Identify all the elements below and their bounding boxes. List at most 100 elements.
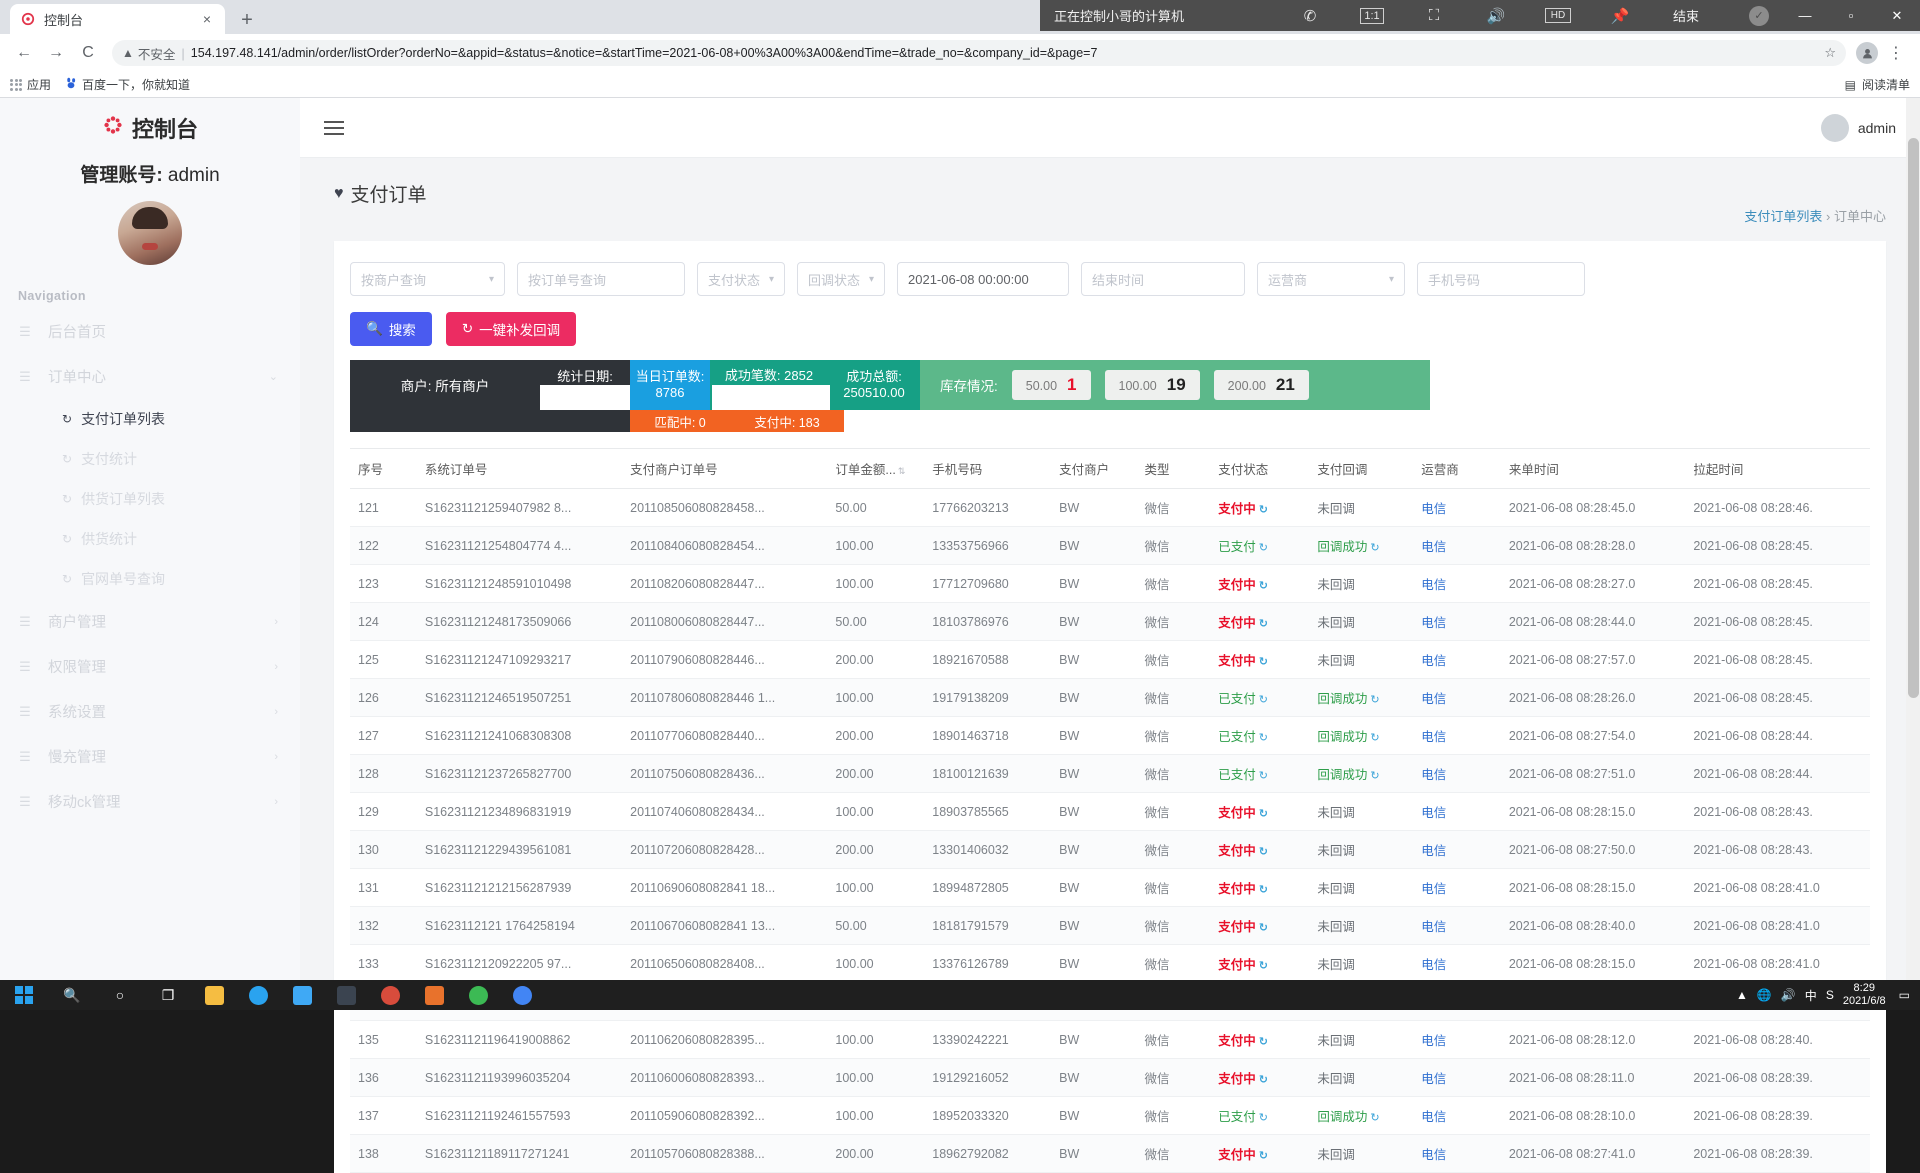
notifications-icon[interactable]: ▭ bbox=[1899, 988, 1910, 1002]
phone-icon[interactable]: ✆ bbox=[1279, 7, 1341, 25]
sidebar-subitem-official-query[interactable]: ↻ 官网单号查询 bbox=[0, 559, 300, 599]
sidebar-item-slow-charge-mgmt[interactable]: ☰ 慢充管理 › bbox=[0, 734, 300, 779]
table-row[interactable]: 131S162311212121562879392011069060808284… bbox=[350, 869, 1870, 907]
apps-bookmark[interactable]: 应用 bbox=[10, 76, 51, 93]
resend-callback-button[interactable]: ↻ 一键补发回调 bbox=[446, 312, 576, 346]
refresh-spinner-icon[interactable]: ↻ bbox=[1367, 1112, 1379, 1124]
refresh-spinner-icon[interactable]: ↻ bbox=[1256, 770, 1268, 782]
col-amount[interactable]: 订单金额...⇅ bbox=[827, 449, 924, 489]
minimize-button[interactable]: — bbox=[1782, 0, 1828, 31]
refresh-spinner-icon[interactable]: ↻ bbox=[1256, 504, 1268, 516]
search-button[interactable]: 🔍 搜索 bbox=[350, 312, 432, 346]
table-row[interactable]: 121S16231121259407982 8...20110850608082… bbox=[350, 489, 1870, 527]
refresh-spinner-icon[interactable]: ↻ bbox=[1256, 884, 1268, 896]
table-row[interactable]: 138S162311211891172712412011057060808283… bbox=[350, 1135, 1870, 1173]
table-row[interactable]: 126S162311212465195072512011078060808284… bbox=[350, 679, 1870, 717]
refresh-spinner-icon[interactable]: ↻ bbox=[1256, 960, 1268, 972]
refresh-spinner-icon[interactable]: ↻ bbox=[1256, 694, 1268, 706]
refresh-spinner-icon[interactable]: ↻ bbox=[1256, 1036, 1268, 1048]
refresh-spinner-icon[interactable]: ↻ bbox=[1367, 770, 1379, 782]
phone-input[interactable]: 手机号码 bbox=[1417, 262, 1585, 296]
start-button-icon[interactable] bbox=[0, 980, 48, 1010]
refresh-spinner-icon[interactable]: ↻ bbox=[1367, 542, 1379, 554]
hamburger-menu-icon[interactable] bbox=[324, 121, 344, 135]
breadcrumb-link[interactable]: 支付订单列表 bbox=[1744, 209, 1822, 224]
callback-status-select[interactable]: 回调状态 ▾ bbox=[797, 262, 885, 296]
table-row[interactable]: 130S162311212294395610812011072060808284… bbox=[350, 831, 1870, 869]
carrier-select[interactable]: 运营商 ▾ bbox=[1257, 262, 1405, 296]
taskbar-app-orange[interactable] bbox=[412, 980, 456, 1010]
browser-tab[interactable]: 控制台 × bbox=[10, 4, 225, 34]
table-row[interactable]: 125S162311212471092932172011079060808284… bbox=[350, 641, 1870, 679]
start-time-input[interactable]: 2021-06-08 00:00:00 bbox=[897, 262, 1069, 296]
pay-status-select[interactable]: 支付状态 ▾ bbox=[697, 262, 785, 296]
table-row[interactable]: 124S162311212481735090662011080060808284… bbox=[350, 603, 1870, 641]
taskbar-app-dark[interactable] bbox=[324, 980, 368, 1010]
order-no-input[interactable]: 按订单号查询 bbox=[517, 262, 685, 296]
browser-menu-icon[interactable]: ⋮ bbox=[1882, 39, 1910, 67]
taskbar-search-icon[interactable]: 🔍 bbox=[48, 980, 96, 1010]
sidebar-item-system-settings[interactable]: ☰ 系统设置 › bbox=[0, 689, 300, 734]
taskbar-app-media-player[interactable] bbox=[456, 980, 500, 1010]
sidebar-subitem-supply-order-list[interactable]: ↻ 供货订单列表 bbox=[0, 479, 300, 519]
sort-icon[interactable]: ⇅ bbox=[896, 466, 906, 476]
ime-indicator[interactable]: 中 bbox=[1805, 987, 1817, 1004]
cortana-icon[interactable]: ○ bbox=[96, 980, 144, 1010]
merchant-select[interactable]: 按商户查询 ▾ bbox=[350, 262, 505, 296]
sidebar-item-order-center[interactable]: ☰ 订单中心 ⌄ bbox=[0, 354, 300, 399]
refresh-spinner-icon[interactable]: ↻ bbox=[1367, 732, 1379, 744]
close-button[interactable]: ✕ bbox=[1874, 0, 1920, 31]
refresh-spinner-icon[interactable]: ↻ bbox=[1256, 922, 1268, 934]
table-row[interactable]: 136S162311211939960352042011060060808283… bbox=[350, 1059, 1870, 1097]
address-bar[interactable]: ▲ 不安全 | 154.197.48.141/admin/order/listO… bbox=[112, 40, 1846, 66]
refresh-spinner-icon[interactable]: ↻ bbox=[1256, 1074, 1268, 1086]
table-row[interactable]: 137S162311211924615575932011059060808283… bbox=[350, 1097, 1870, 1135]
volume-tray-icon[interactable]: 🔊 bbox=[1781, 988, 1796, 1002]
tab-close-icon[interactable]: × bbox=[199, 12, 215, 26]
task-view-icon[interactable]: ❐ bbox=[144, 980, 192, 1010]
baidu-bookmark[interactable]: 百度一下，你就知道 bbox=[65, 76, 190, 93]
table-row[interactable]: 132S1623112121 1764258194201106706080828… bbox=[350, 907, 1870, 945]
hd-icon[interactable]: HD bbox=[1545, 8, 1571, 23]
end-time-input[interactable]: 结束时间 bbox=[1081, 262, 1245, 296]
volume-icon[interactable]: 🔊 bbox=[1465, 7, 1527, 25]
pin-icon[interactable]: 📌 bbox=[1589, 7, 1651, 25]
taskbar-clock[interactable]: 8:29 2021/6/8 bbox=[1843, 982, 1890, 1007]
refresh-spinner-icon[interactable]: ↻ bbox=[1256, 580, 1268, 592]
refresh-spinner-icon[interactable]: ↻ bbox=[1256, 732, 1268, 744]
sogou-icon[interactable]: S bbox=[1826, 988, 1834, 1002]
network-icon[interactable]: 🌐 bbox=[1757, 988, 1772, 1002]
table-row[interactable]: 135S162311211964190088622011062060808283… bbox=[350, 1021, 1870, 1059]
tray-expand-icon[interactable]: ▲ bbox=[1736, 988, 1748, 1002]
new-tab-button[interactable]: + bbox=[233, 6, 261, 34]
taskbar-app-file-explorer[interactable] bbox=[192, 980, 236, 1010]
refresh-spinner-icon[interactable]: ↻ bbox=[1256, 1112, 1268, 1124]
ratio-1-1-icon[interactable]: 1:1 bbox=[1360, 8, 1384, 24]
refresh-spinner-icon[interactable]: ↻ bbox=[1256, 656, 1268, 668]
security-warning[interactable]: ▲ 不安全 bbox=[122, 44, 175, 63]
sidebar-item-merchant-mgmt[interactable]: ☰ 商户管理 › bbox=[0, 599, 300, 644]
scrollbar-thumb[interactable] bbox=[1908, 138, 1919, 698]
forward-icon[interactable]: → bbox=[42, 39, 70, 67]
taskbar-app-chrome-alt[interactable] bbox=[368, 980, 412, 1010]
reload-icon[interactable]: C bbox=[74, 39, 102, 67]
taskbar-app-chrome[interactable] bbox=[500, 980, 544, 1010]
page-scrollbar[interactable] bbox=[1906, 98, 1920, 980]
refresh-spinner-icon[interactable]: ↻ bbox=[1256, 846, 1268, 858]
table-row[interactable]: 129S162311212348968319192011074060808284… bbox=[350, 793, 1870, 831]
table-row[interactable]: 122S16231121254804774 4...20110840608082… bbox=[350, 527, 1870, 565]
sidebar-subitem-pay-stats[interactable]: ↻ 支付统计 bbox=[0, 439, 300, 479]
refresh-spinner-icon[interactable]: ↻ bbox=[1256, 618, 1268, 630]
sidebar-item-home[interactable]: ☰ 后台首页 bbox=[0, 309, 300, 354]
taskbar-app-blue[interactable] bbox=[280, 980, 324, 1010]
back-icon[interactable]: ← bbox=[10, 39, 38, 67]
maximize-button[interactable]: ▫ bbox=[1828, 0, 1874, 31]
refresh-spinner-icon[interactable]: ↻ bbox=[1367, 694, 1379, 706]
reading-list-button[interactable]: ▤ 阅读清单 bbox=[1845, 76, 1910, 93]
table-row[interactable]: 123S162311212485910104982011082060808284… bbox=[350, 565, 1870, 603]
sidebar-subitem-supply-stats[interactable]: ↻ 供货统计 bbox=[0, 519, 300, 559]
bookmark-star-icon[interactable]: ☆ bbox=[1824, 45, 1836, 61]
refresh-spinner-icon[interactable]: ↻ bbox=[1256, 542, 1268, 554]
end-session-button[interactable]: 结束 bbox=[1651, 6, 1721, 25]
table-row[interactable]: 127S162311212410683083082011077060808284… bbox=[350, 717, 1870, 755]
